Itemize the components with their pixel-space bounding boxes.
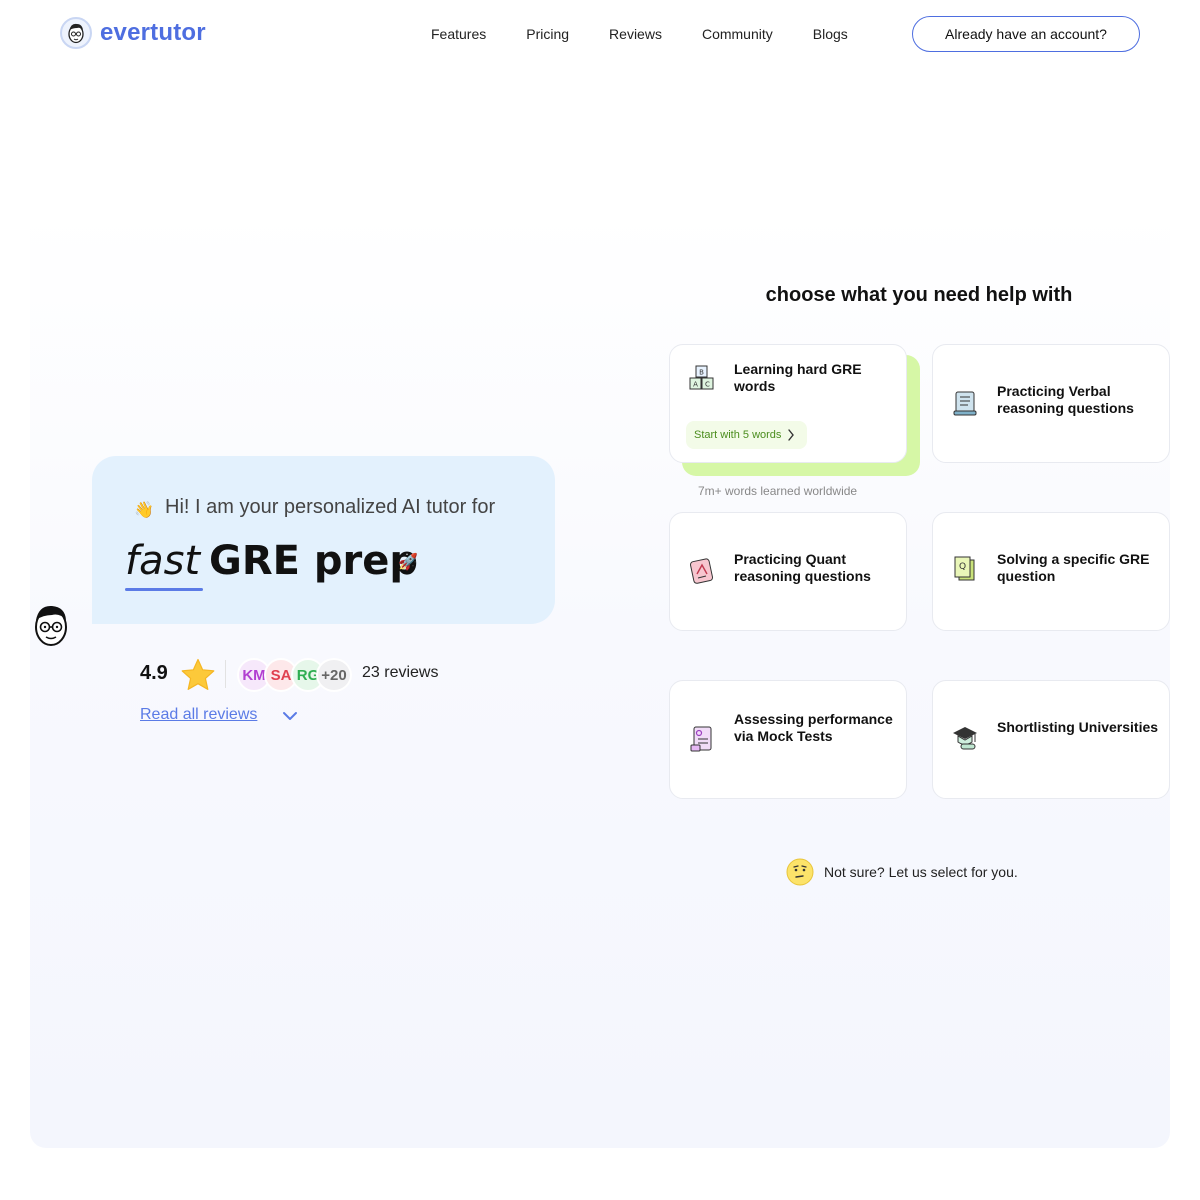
tutor-face-icon xyxy=(60,17,92,49)
svg-text:Q: Q xyxy=(959,562,966,572)
not-sure-text: Not sure? Let us select for you. xyxy=(824,864,1018,880)
star-icon xyxy=(181,658,215,690)
reviews-count: 23 reviews xyxy=(362,664,439,681)
learned-note: 7m+ words learned worldwide xyxy=(698,484,858,498)
option-card-verbal[interactable]: Practicing Verbal reasoning questions xyxy=(932,344,1170,463)
auto-select-link[interactable]: Not sure? Let us select for you. xyxy=(786,858,1018,886)
nav-link-blogs[interactable]: Blogs xyxy=(793,24,868,44)
waving-hand-icon: 👋 xyxy=(134,502,154,519)
rating-value: 4.9 xyxy=(140,662,168,684)
card-label: Shortlisting Universities xyxy=(997,719,1159,735)
login-button[interactable]: Already have an account? xyxy=(912,16,1140,52)
card-label: Solving a specific GRE question xyxy=(997,551,1150,584)
graduation-cap-icon xyxy=(953,727,977,750)
card-label: Practicing Verbal reasoning questions xyxy=(997,383,1134,416)
nav-link-reviews[interactable]: Reviews xyxy=(589,24,682,44)
svg-text:C: C xyxy=(705,381,710,389)
brand-name: evertutor xyxy=(100,19,206,46)
option-card-quant[interactable]: Practicing Quant reasoning questions xyxy=(669,512,907,631)
card-label: Learning hard GRE words xyxy=(734,361,862,394)
nav-links: Features Pricing Reviews Community Blogs xyxy=(411,24,868,44)
option-card-specific-question[interactable]: Q Solving a specific GRE question xyxy=(932,512,1170,631)
top-nav: evertutor Features Pricing Reviews Commu… xyxy=(0,0,1200,68)
question-paper-icon: Q xyxy=(954,556,975,581)
help-section-title: choose what you need help with xyxy=(765,284,1073,306)
rating-divider xyxy=(225,660,226,688)
nav-link-community[interactable]: Community xyxy=(682,24,793,44)
brand-logo[interactable]: evertutor xyxy=(60,17,206,49)
headline-emphasis: fast xyxy=(125,538,201,584)
nav-link-pricing[interactable]: Pricing xyxy=(506,24,589,44)
test-sheet-icon xyxy=(690,726,712,752)
abc-blocks-icon: B A C xyxy=(689,365,714,390)
start-with-words-button[interactable]: Start with 5 words xyxy=(686,421,808,449)
thinking-face-icon xyxy=(786,858,814,886)
intro-text: Hi! I am your personalized AI tutor for xyxy=(165,496,496,518)
card-label: Assessing performance via Mock Tests xyxy=(734,711,893,744)
more-reviewers-badge: +20 xyxy=(316,658,352,692)
math-book-icon xyxy=(689,558,714,584)
scroll-book-icon xyxy=(953,391,977,416)
option-card-gre-words[interactable]: B A C Learning hard GRE words Start with… xyxy=(669,344,907,463)
rocket-icon: 🚀 xyxy=(398,554,418,571)
button-label: Start with 5 words xyxy=(694,429,782,441)
card-label: Practicing Quant reasoning questions xyxy=(734,551,871,584)
headline-main: GRE prep xyxy=(209,538,419,584)
tutor-avatar-icon xyxy=(35,605,67,646)
svg-text:A: A xyxy=(693,381,698,389)
svg-text:B: B xyxy=(699,369,704,377)
chevron-down-icon[interactable] xyxy=(282,708,298,724)
option-card-universities[interactable]: Shortlisting Universities xyxy=(932,680,1170,799)
option-card-mock-tests[interactable]: Assessing performance via Mock Tests xyxy=(669,680,907,799)
headline-underline xyxy=(125,588,203,591)
read-all-reviews-link[interactable]: Read all reviews xyxy=(140,706,257,724)
chevron-right-icon xyxy=(788,429,795,441)
nav-link-features[interactable]: Features xyxy=(411,24,506,44)
